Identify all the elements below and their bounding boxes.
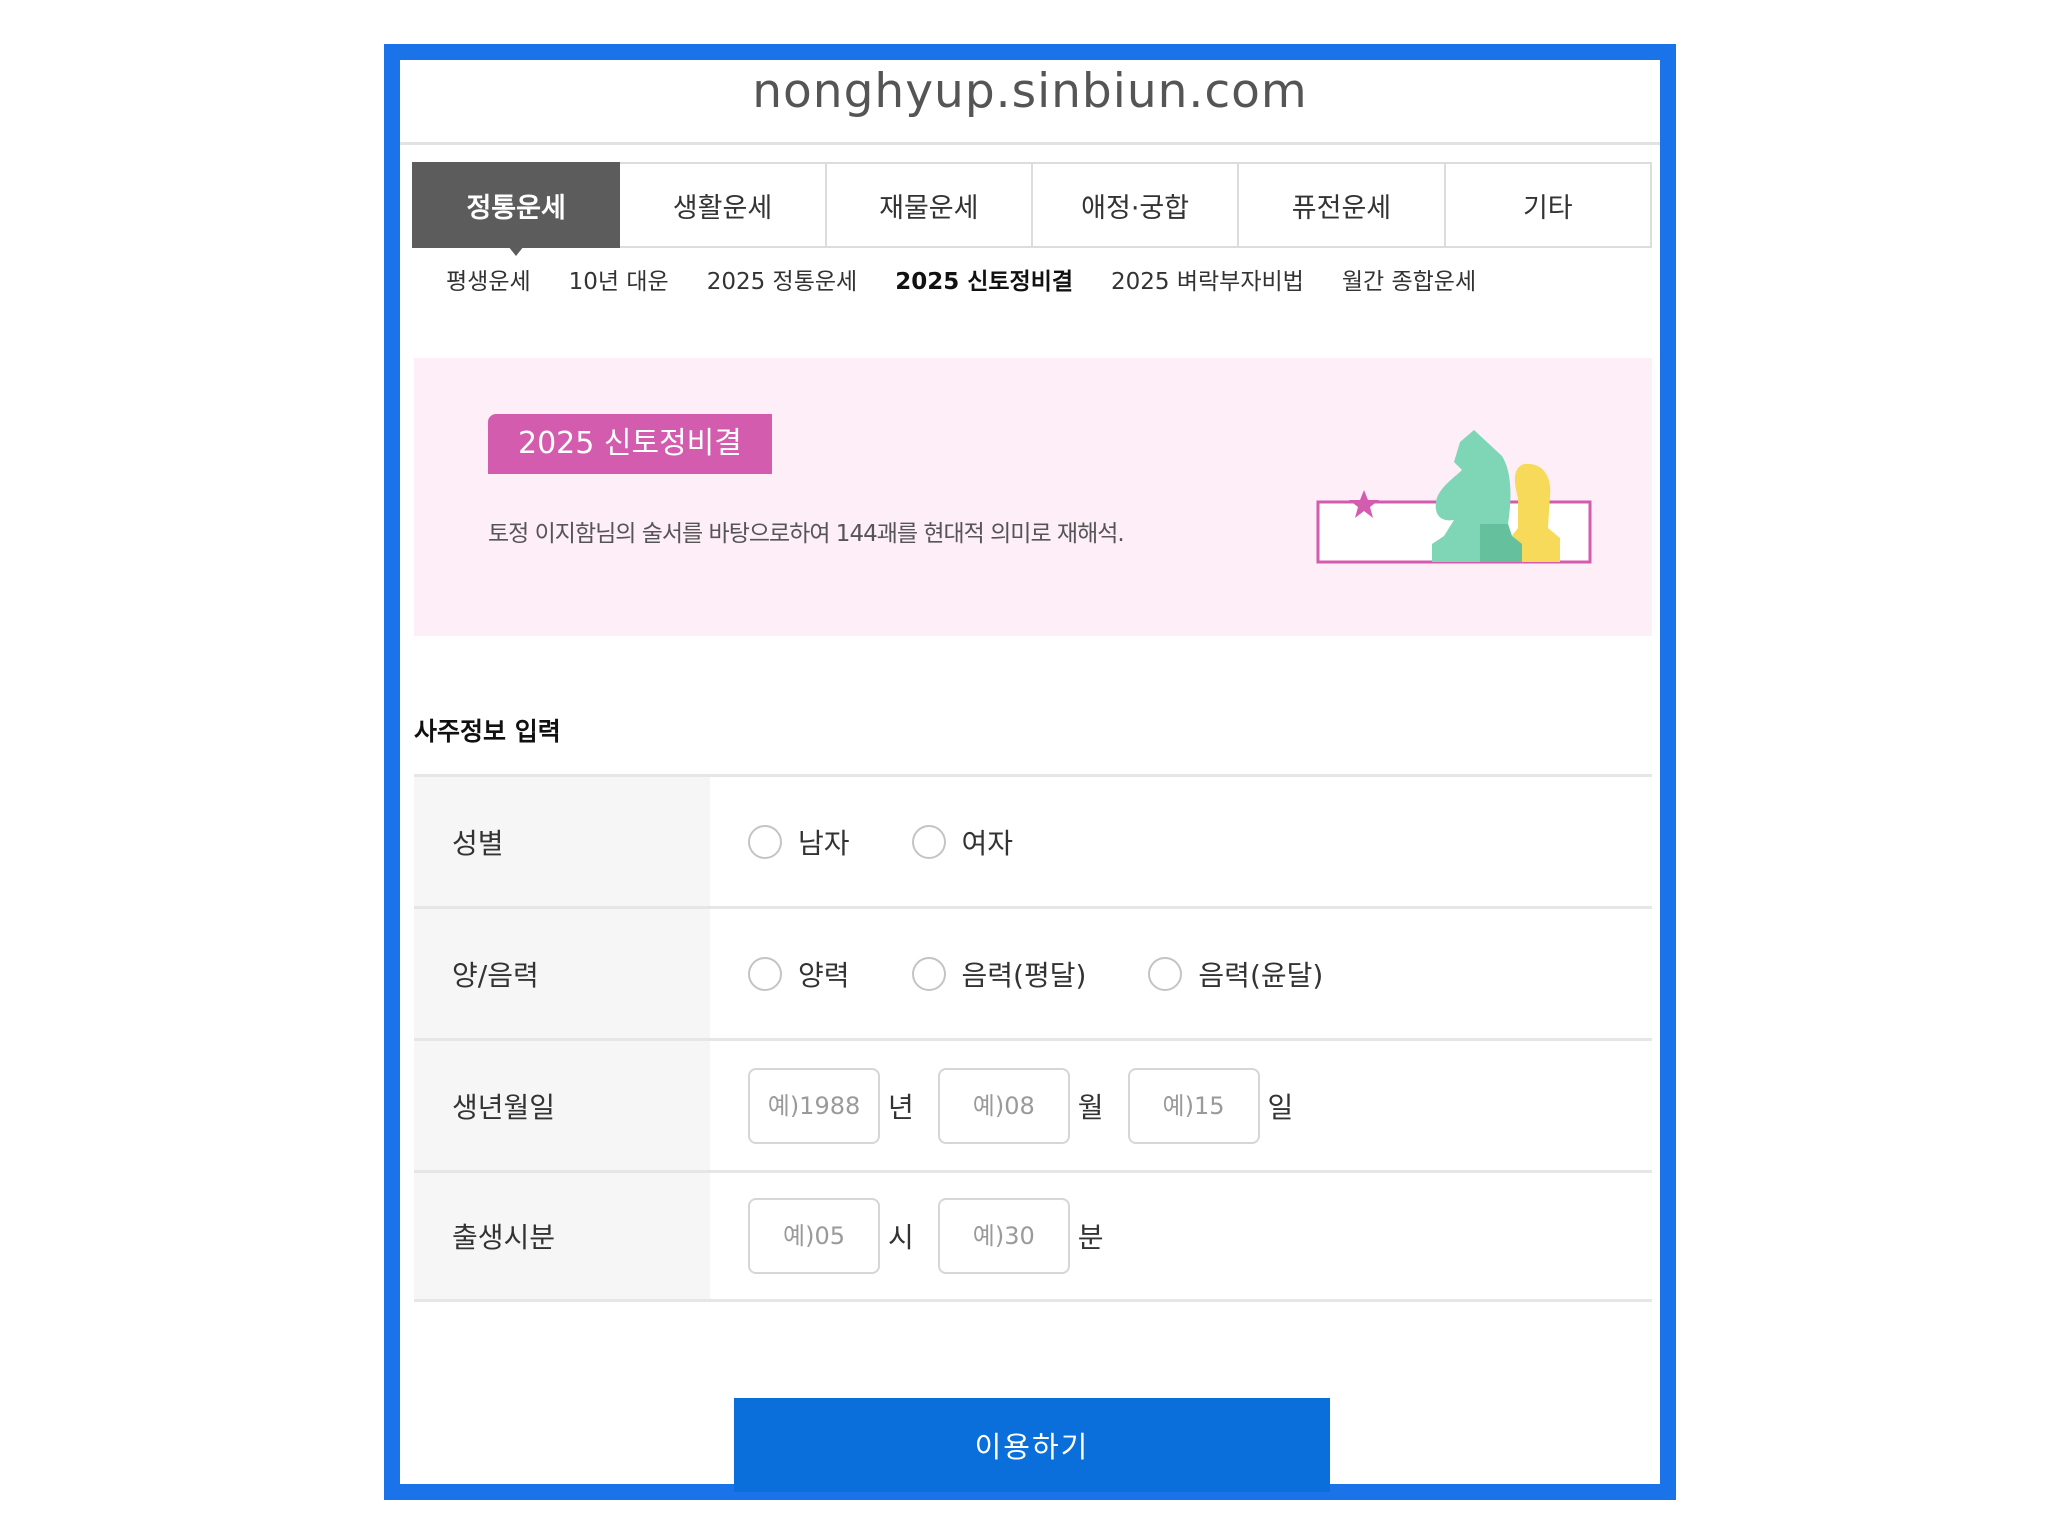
calendar-row: 양/음력 양력 음력(평달) 음력(윤달)	[414, 906, 1652, 1038]
lunar-normal-label: 음력(평달)	[961, 958, 1087, 992]
sub-tabs: 평생운세 10년 대운 2025 정통운세 2025 신토정비결 2025 벼락…	[446, 262, 1476, 296]
chess-knight-illustration	[1316, 430, 1592, 564]
banner-badge: 2025 신토정비결	[488, 414, 772, 474]
solar-radio[interactable]: 양력	[748, 954, 850, 994]
birth-month-input[interactable]	[937, 1067, 1070, 1144]
radio-circle-icon[interactable]	[1148, 956, 1183, 991]
birth-time-row: 출생시분 시 분	[414, 1170, 1652, 1302]
url-divider	[400, 142, 1660, 145]
radio-circle-icon[interactable]	[911, 956, 946, 991]
banner-description: 토정 이지함님의 술서를 바탕으로하여 144괘를 현대적 의미로 재해석.	[488, 521, 1125, 547]
birth-minute-input[interactable]	[937, 1198, 1070, 1274]
birth-hour-input[interactable]	[748, 1198, 880, 1274]
birth-date-label: 생년월일	[414, 1041, 710, 1170]
section-title-saju-input: 사주정보 입력	[414, 717, 561, 746]
subtab-monthly[interactable]: 월간 종합운세	[1342, 262, 1476, 296]
tab-life-fortune[interactable]: 생활운세	[620, 162, 827, 248]
lunar-leap-label: 음력(윤달)	[1198, 958, 1324, 992]
radio-circle-icon[interactable]	[748, 956, 782, 991]
gender-female-radio[interactable]: 여자	[911, 822, 1014, 862]
saju-form: 성별 남자 여자 양/음력 양력 음력(평달) 음력(윤달) 생년월일 예)19…	[414, 774, 1652, 1302]
subtab-2025-tojeong[interactable]: 2025 신토정비결	[895, 262, 1073, 296]
submit-button[interactable]: 이용하기	[734, 1398, 1330, 1492]
gender-male-radio[interactable]: 남자	[748, 822, 850, 862]
main-tabs: 정통운세 생활운세 재물운세 애정·궁합 퓨전운세 기타	[412, 162, 1652, 256]
gender-male-label: 남자	[798, 826, 850, 860]
tab-etc[interactable]: 기타	[1445, 162, 1652, 248]
gender-label: 성별	[414, 777, 710, 906]
year-unit: 년	[888, 1090, 914, 1124]
calendar-label: 양/음력	[414, 909, 710, 1038]
lunar-leap-radio[interactable]: 음력(윤달)	[1148, 954, 1323, 994]
subtab-lifetime-fortune[interactable]: 평생운세	[446, 262, 531, 296]
radio-circle-icon[interactable]	[911, 824, 946, 859]
hour-unit: 시	[888, 1221, 914, 1254]
birth-time-label: 출생시분	[414, 1173, 710, 1299]
subtab-ten-year-fortune[interactable]: 10년 대운	[569, 262, 669, 296]
subtab-2025-rich[interactable]: 2025 벼락부자비법	[1111, 262, 1304, 296]
page-frame: nonghyup.sinbiun.com 정통운세 생활운세 재물운세 애정·궁…	[384, 44, 1676, 1500]
tab-fusion-fortune[interactable]: 퓨전운세	[1239, 162, 1446, 248]
gender-female-label: 여자	[961, 826, 1014, 860]
lunar-normal-radio[interactable]: 음력(평달)	[911, 954, 1087, 994]
service-banner: 2025 신토정비결 토정 이지함님의 술서를 바탕으로하여 144괘를 현대적…	[414, 358, 1652, 636]
subtab-2025-classic[interactable]: 2025 정통운세	[707, 262, 857, 296]
month-unit: 월	[1077, 1090, 1104, 1124]
birth-date-row: 생년월일 년 월 일	[414, 1038, 1652, 1170]
tab-love-compatibility[interactable]: 애정·궁합	[1032, 162, 1240, 248]
day-unit: 일	[1267, 1090, 1294, 1124]
birth-year-input[interactable]	[748, 1067, 880, 1144]
solar-label: 양력	[798, 958, 850, 992]
tab-classic-fortune[interactable]: 정통운세	[412, 162, 621, 256]
birth-day-input[interactable]	[1127, 1067, 1260, 1144]
tab-wealth-fortune[interactable]: 재물운세	[826, 162, 1033, 248]
minute-unit: 분	[1077, 1221, 1104, 1254]
radio-circle-icon[interactable]	[748, 824, 782, 859]
gender-row: 성별 남자 여자	[414, 774, 1652, 906]
site-url: nonghyup.sinbiun.com	[752, 64, 1308, 119]
